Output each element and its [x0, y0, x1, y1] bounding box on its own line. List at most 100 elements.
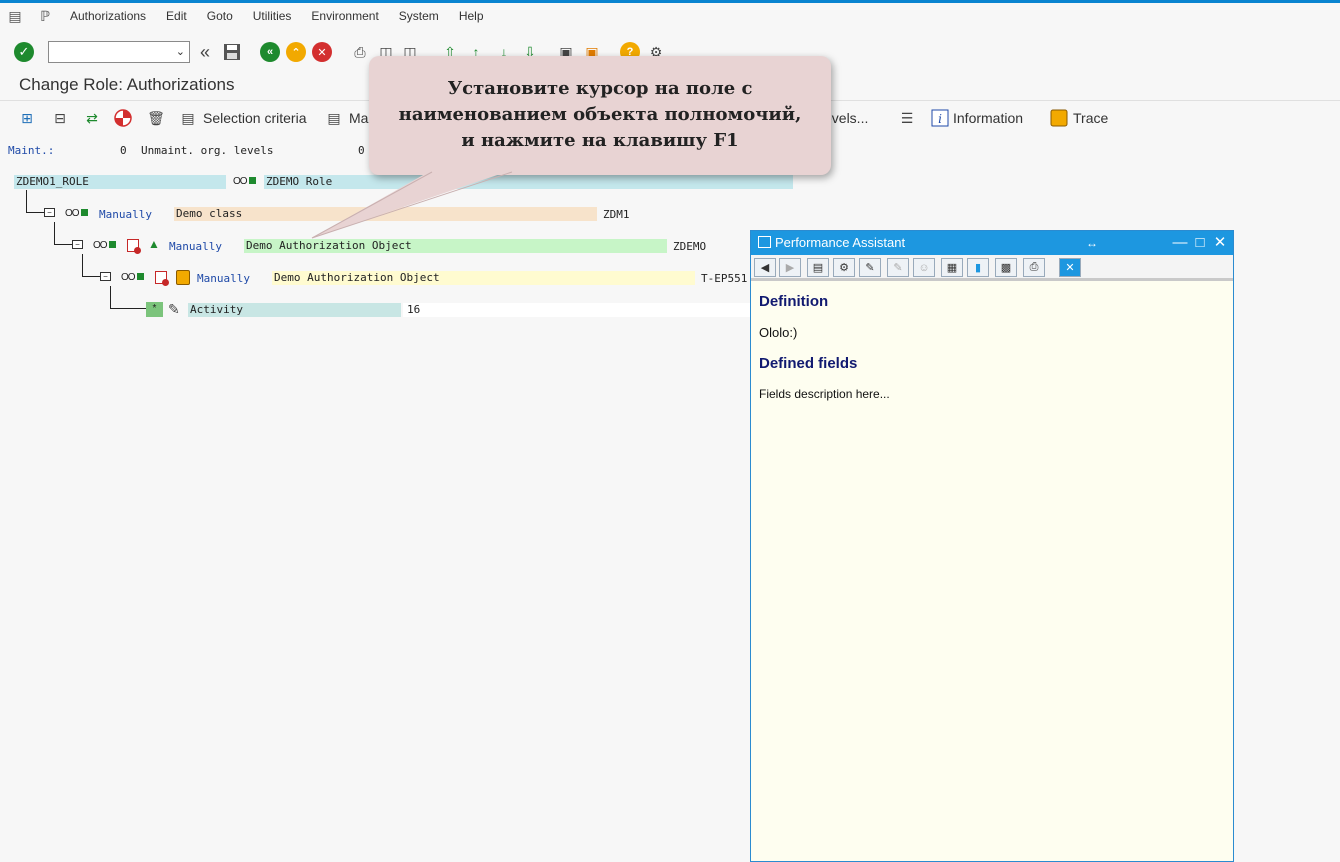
tree-line — [54, 222, 55, 245]
field-star-icon: * — [146, 302, 163, 317]
transfer-icon[interactable]: ⇄ — [82, 108, 102, 128]
selection-criteria-button[interactable]: Selection criteria — [203, 110, 307, 126]
assistant-toolbar: ◀ ▶ ▤ ⚙ ✎ ✎ ☺ ▦ ▮ ▩ ⎙ ✕ — [751, 255, 1233, 281]
edit-pencil-icon[interactable]: ✎ — [168, 301, 180, 318]
minimize-icon[interactable]: — — [1171, 233, 1189, 253]
menu-toggle-icon[interactable]: ▤ — [0, 3, 30, 29]
tree-line — [26, 212, 44, 213]
delete-trash-icon[interactable]: 🗑 — [146, 108, 166, 128]
tree-line — [110, 286, 111, 309]
cancel-icon[interactable]: ✕ — [312, 42, 332, 62]
selection-criteria-icon[interactable]: ▤ — [178, 108, 198, 128]
glossary-icon[interactable]: ✎ — [887, 258, 909, 277]
manually-icon[interactable]: ▤ — [324, 108, 344, 128]
field-value[interactable]: 16 — [403, 303, 750, 317]
defined-fields-text: Fields description here... — [759, 387, 890, 401]
menu-utilities[interactable]: Utilities — [243, 3, 302, 29]
tree-line — [54, 244, 72, 245]
chevron-down-icon[interactable]: ⌄ — [176, 45, 185, 58]
status-traffic-light-icon: OO — [93, 240, 116, 251]
maint-label: Maint.: — [8, 144, 55, 157]
layout-menu-icon[interactable]: ℙ — [30, 3, 60, 29]
edit-doc-icon[interactable]: ✎ — [859, 258, 881, 277]
resize-arrows-icon[interactable]: ↔ — [1083, 233, 1101, 253]
menu-help[interactable]: Help — [449, 3, 494, 29]
print-icon[interactable]: ⎙ — [1023, 258, 1045, 277]
performance-assistant-window: Performance Assistant ↔ — □ ✕ ◀ ▶ ▤ ⚙ ✎ … — [750, 230, 1234, 862]
technical-info-icon[interactable]: ⚙ — [833, 258, 855, 277]
calendar-icon[interactable]: ▦ — [941, 258, 963, 277]
expand-all-icon[interactable]: ⊞ — [17, 108, 37, 128]
folder-icon[interactable]: ▮ — [967, 258, 989, 277]
object-id[interactable]: ZDEMO — [673, 240, 706, 253]
definition-text: Ololo:) — [759, 325, 798, 340]
svg-text:i: i — [938, 112, 942, 126]
menu-edit[interactable]: Edit — [156, 3, 197, 29]
authorization-id[interactable]: T-EP551 — [701, 272, 747, 285]
field-description[interactable]: Activity — [188, 303, 401, 317]
trace-button[interactable]: Trace — [1073, 110, 1108, 126]
collapse-all-icon[interactable]: ⊟ — [50, 108, 70, 128]
role-description[interactable]: ZDEMO Role — [264, 175, 793, 189]
double-chevron-left-icon[interactable]: « — [195, 42, 215, 62]
menu-environment[interactable]: Environment — [301, 3, 388, 29]
display-icon[interactable]: ▩ — [995, 258, 1017, 277]
page-title: Change Role: Authorizations — [19, 75, 235, 94]
class-status[interactable]: Manually — [99, 208, 152, 221]
menu-authorizations[interactable]: Authorizations — [60, 3, 156, 29]
auth-status[interactable]: Manually — [197, 272, 250, 285]
assistant-titlebar[interactable]: Performance Assistant ↔ — □ ✕ — [751, 231, 1233, 255]
maximize-icon[interactable]: □ — [1191, 233, 1209, 253]
delete-node-icon[interactable] — [155, 271, 169, 286]
list-icon[interactable]: ☰ — [897, 108, 917, 128]
tree-line — [26, 190, 27, 213]
instruction-callout: Установите курсор на поле с наименование… — [369, 56, 831, 175]
menu-goto[interactable]: Goto — [197, 3, 243, 29]
callout-text: Установите курсор на поле с наименование… — [369, 76, 831, 154]
class-description[interactable]: Demo class — [174, 207, 597, 221]
unmaint-label: Unmaint. org. levels — [141, 144, 274, 157]
collapse-node-icon[interactable]: − — [72, 240, 83, 249]
back-icon[interactable]: « — [260, 42, 280, 62]
delete-node-icon[interactable] — [127, 239, 141, 254]
auth-object-field[interactable]: Demo Authorization Object — [244, 239, 667, 253]
callout-line-3: и нажмите на клавишу F1 — [461, 130, 739, 151]
authorization-description[interactable]: Demo Authorization Object — [272, 271, 695, 285]
status-traffic-light-icon: OO — [65, 208, 88, 219]
definition-heading: Definition — [759, 293, 829, 310]
collapse-node-icon[interactable]: − — [100, 272, 111, 281]
callout-line-2: наименованием объекта полномочий, — [398, 104, 802, 125]
forward-arrow-icon[interactable]: ▶ — [779, 258, 801, 277]
close-icon[interactable]: ✕ — [1211, 233, 1229, 253]
print-icon[interactable]: ⎙ — [350, 42, 370, 62]
unmaint-value: 0 — [358, 144, 365, 157]
status-icon[interactable] — [113, 108, 133, 128]
assistant-title: Performance Assistant — [775, 235, 906, 250]
maint-value: 0 — [120, 144, 127, 157]
defined-fields-heading: Defined fields — [759, 355, 858, 372]
menu-bar: ▤ ℙ Authorizations Edit Goto Utilities E… — [0, 3, 1340, 29]
information-icon[interactable]: i — [930, 108, 950, 128]
object-mountain-icon: ▲ — [148, 237, 160, 251]
object-status[interactable]: Manually — [169, 240, 222, 253]
callout-line-1: Установите курсор на поле с — [447, 78, 753, 99]
assistant-window-icon — [758, 236, 771, 248]
class-id[interactable]: ZDM1 — [603, 208, 630, 221]
tree-line — [110, 308, 146, 309]
enter-check-icon[interactable]: ✓ — [14, 42, 34, 62]
tree-line — [82, 276, 100, 277]
information-button[interactable]: Information — [953, 110, 1023, 126]
save-icon[interactable] — [222, 42, 242, 62]
trace-icon[interactable] — [1049, 108, 1069, 128]
exit-icon[interactable]: ⌃ — [286, 42, 306, 62]
user-icon[interactable]: ☺ — [913, 258, 935, 277]
collapse-node-icon[interactable]: − — [44, 208, 55, 217]
command-field[interactable]: ⌄ — [48, 41, 190, 63]
documentation-icon[interactable]: ▤ — [807, 258, 829, 277]
tree-line — [82, 254, 83, 277]
menu-system[interactable]: System — [389, 3, 449, 29]
close-assistant-icon[interactable]: ✕ — [1059, 258, 1081, 277]
back-arrow-icon[interactable]: ◀ — [754, 258, 776, 277]
manually-button[interactable]: Ma — [349, 110, 368, 126]
role-id-field[interactable]: ZDEMO1_ROLE — [14, 175, 226, 189]
